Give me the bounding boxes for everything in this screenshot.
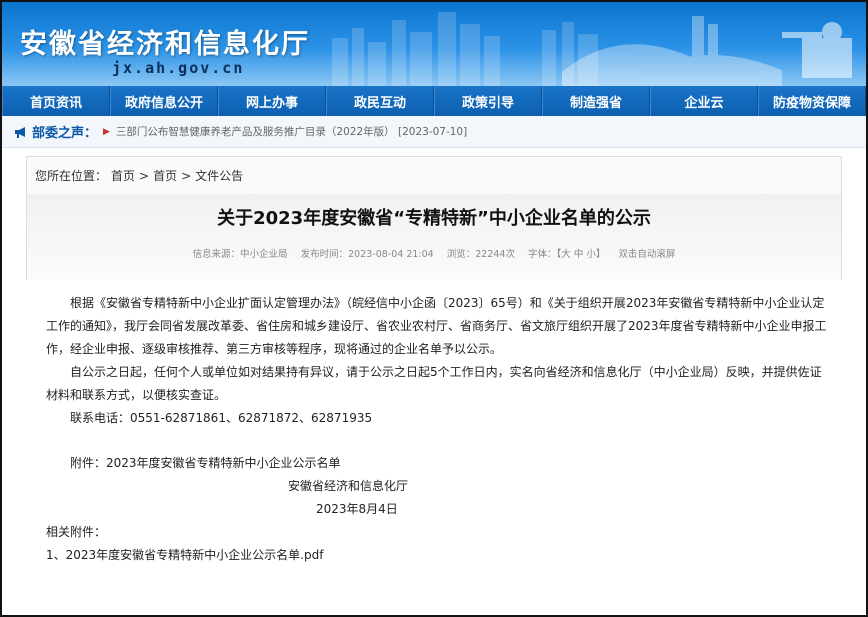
page-frame: 安徽省经济和信息化厅 jx.ah.gov.cn 首页资讯 政府信息公开 网上办事… [0,0,868,617]
contact-phone: 联系电话：0551-62871861、62871872、62871935 [70,411,373,425]
nav-item-gov-info[interactable]: 政府信息公开 [110,86,218,116]
signature-date: 2023年8月4日 [316,502,398,516]
font-small-button[interactable]: 小 [586,249,596,260]
breadcrumb-prefix: 您所在位置： [35,169,108,183]
notice-arrow-icon: ▶ [103,126,110,137]
site-header: 安徽省经济和信息化厅 jx.ah.gov.cn [2,2,866,86]
breadcrumb-file-notices[interactable]: 文件公告 [195,167,243,184]
main-navigation: 首页资讯 政府信息公开 网上办事 政民互动 政策引导 制造强省 企业云 防疫物资… [2,86,866,116]
breadcrumb-separator: > [181,168,192,183]
article-meta: 信息来源：中小企业局 发布时间：2023-08-04 21:04 浏览：2224… [27,246,841,260]
breadcrumb-home[interactable]: 首页 [111,167,135,184]
autoscroll-hint: 双击自动滚屏 [618,249,676,260]
meta-font-size: 字体：【大 中 小】 [528,249,605,260]
article-body: 根据《安徽省专精特新中小企业扩面认定管理办法》（皖经信中小企函〔2023〕65号… [26,280,842,567]
nav-item-interaction[interactable]: 政民互动 [326,86,434,116]
related-attachments-label: 相关附件： [46,525,107,539]
attachment-pdf-link[interactable]: 1、2023年度安徽省专精特新中小企业公示名单.pdf [46,544,828,567]
notice-link[interactable]: 三部门公布智慧健康养老产品及服务推广目录（2022年版） [2023-07-10… [116,124,467,139]
nav-item-enterprise-cloud[interactable]: 企业云 [650,86,758,116]
nav-item-epidemic-supplies[interactable]: 防疫物资保障 [758,86,866,116]
notice-label: 部委之声： [32,126,98,141]
font-label: 字体：【 [528,249,562,260]
nav-item-policy[interactable]: 政策引导 [434,86,542,116]
font-large-button[interactable]: 大 [561,249,571,260]
article-header: 关于2023年度安徽省“专精特新”中小企业名单的公示 信息来源：中小企业局 发布… [26,194,842,280]
breadcrumb-separator: > [139,168,150,183]
nav-item-online-service[interactable]: 网上办事 [218,86,326,116]
signature-org: 安徽省经济和信息化厅 [288,479,409,493]
meta-views: 浏览：22244次 [446,249,515,260]
bullhorn-icon [15,126,25,138]
font-medium-button[interactable]: 中 [574,249,584,260]
attachment-note: 附件：2023年度安徽省专精特新中小企业公示名单 [70,456,341,470]
article-container: 您所在位置： 首页 > 首页 > 文件公告 关于2023年度安徽省“专精特新”中… [26,156,842,615]
article-title: 关于2023年度安徽省“专精特新”中小企业名单的公示 [217,208,651,229]
meta-source: 信息来源：中小企业局 [192,249,288,260]
breadcrumb-home-2[interactable]: 首页 [153,167,177,184]
article-paragraph: 根据《安徽省专精特新中小企业扩面认定管理办法》（皖经信中小企函〔2023〕65号… [46,296,827,356]
article-paragraph: 自公示之日起，任何个人或单位如对结果持有异议，请于公示之日起5个工作日内，实名向… [46,365,822,402]
site-domain: jx.ah.gov.cn [112,59,245,77]
meta-date: 发布时间：2023-08-04 21:04 [300,249,434,260]
nav-item-manufacturing[interactable]: 制造强省 [542,86,650,116]
breadcrumb: 您所在位置： 首页 > 首页 > 文件公告 [26,156,842,194]
notice-bar: 部委之声： ▶ 三部门公布智慧健康养老产品及服务推广目录（2022年版） [20… [2,116,866,148]
nav-item-home-news[interactable]: 首页资讯 [2,86,110,116]
site-title[interactable]: 安徽省经济和信息化厅 [20,22,310,61]
font-label-end: 】 [595,249,606,260]
